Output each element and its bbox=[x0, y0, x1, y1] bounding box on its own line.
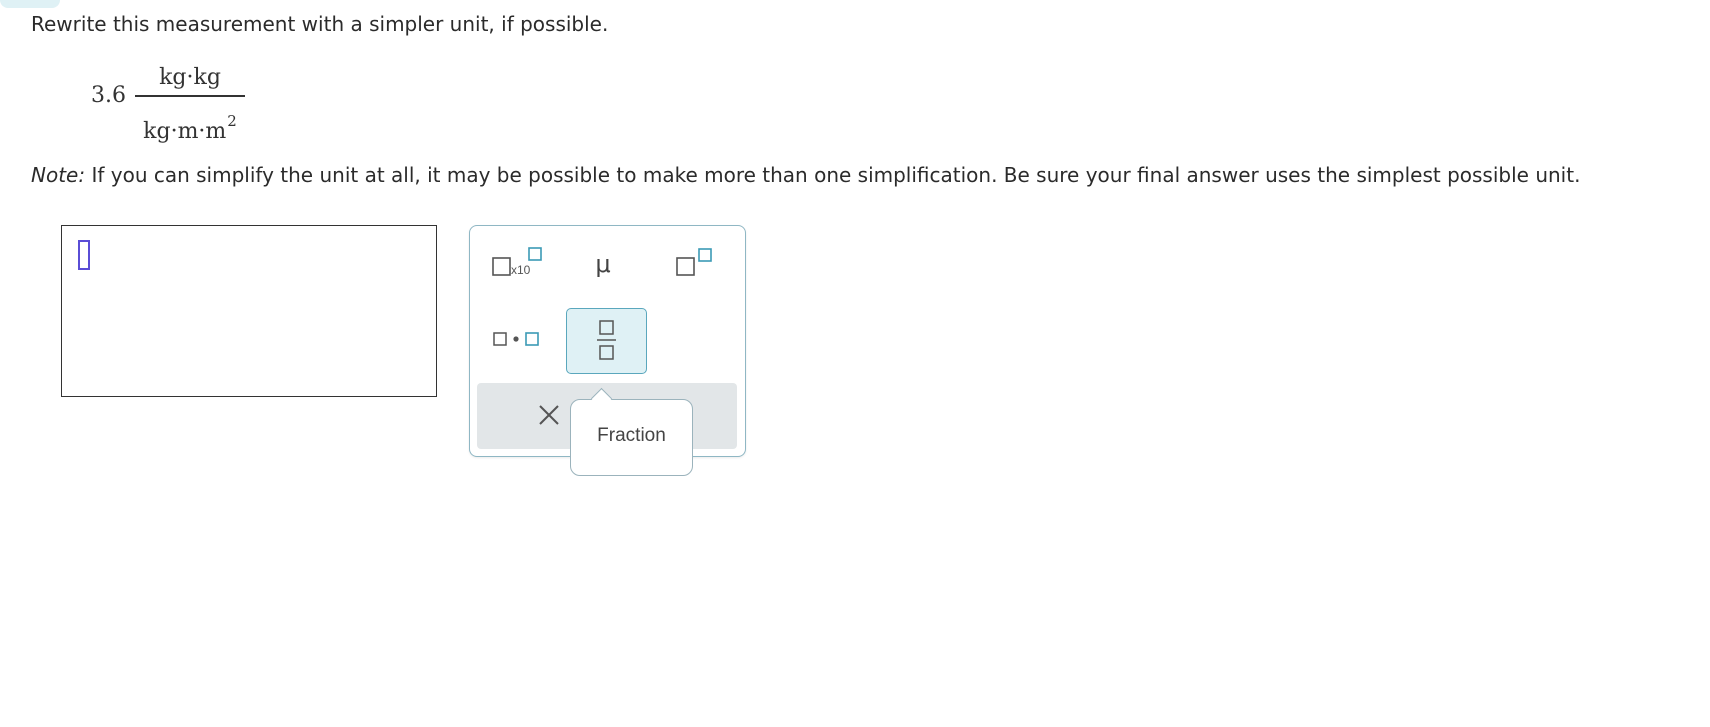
superscript-button[interactable] bbox=[674, 246, 718, 286]
scientific-notation-button[interactable]: x10 bbox=[491, 246, 543, 286]
close-icon bbox=[539, 405, 559, 425]
micro-button[interactable]: μ bbox=[580, 244, 626, 284]
unit-denominator-exponent: 2 bbox=[227, 112, 237, 130]
question-instruction: Rewrite this measurement with a simpler … bbox=[31, 12, 609, 36]
unit-numerator: kg·kg bbox=[159, 65, 221, 90]
superscript-box-icon bbox=[676, 248, 712, 276]
unit-denominator: kg·m·m2 bbox=[135, 112, 245, 144]
measurement-value: 3.6 bbox=[91, 83, 126, 108]
top-tab-decoration bbox=[0, 0, 60, 8]
clear-button[interactable] bbox=[535, 401, 563, 429]
dot-product-boxes-icon bbox=[493, 332, 539, 346]
box-times-ten-power-icon: x10 bbox=[492, 247, 542, 277]
tooltip-text: Fraction bbox=[597, 425, 666, 446]
input-caret bbox=[78, 240, 90, 270]
times-ten-label: x10 bbox=[511, 263, 531, 277]
fraction-tooltip: Fraction bbox=[570, 387, 693, 476]
answer-input-box[interactable] bbox=[61, 225, 437, 397]
unit-denominator-base: kg·m·m bbox=[143, 119, 227, 144]
note-label: Note: bbox=[31, 163, 86, 187]
note: Note: If you can simplify the unit at al… bbox=[31, 163, 1580, 187]
mu-symbol: μ bbox=[595, 250, 611, 278]
multiply-dot-button[interactable] bbox=[491, 321, 543, 357]
fraction-bar bbox=[135, 95, 245, 97]
fraction-button[interactable] bbox=[566, 308, 647, 374]
fraction-boxes-icon bbox=[597, 320, 616, 360]
note-text: If you can simplify the unit at all, it … bbox=[85, 163, 1581, 187]
